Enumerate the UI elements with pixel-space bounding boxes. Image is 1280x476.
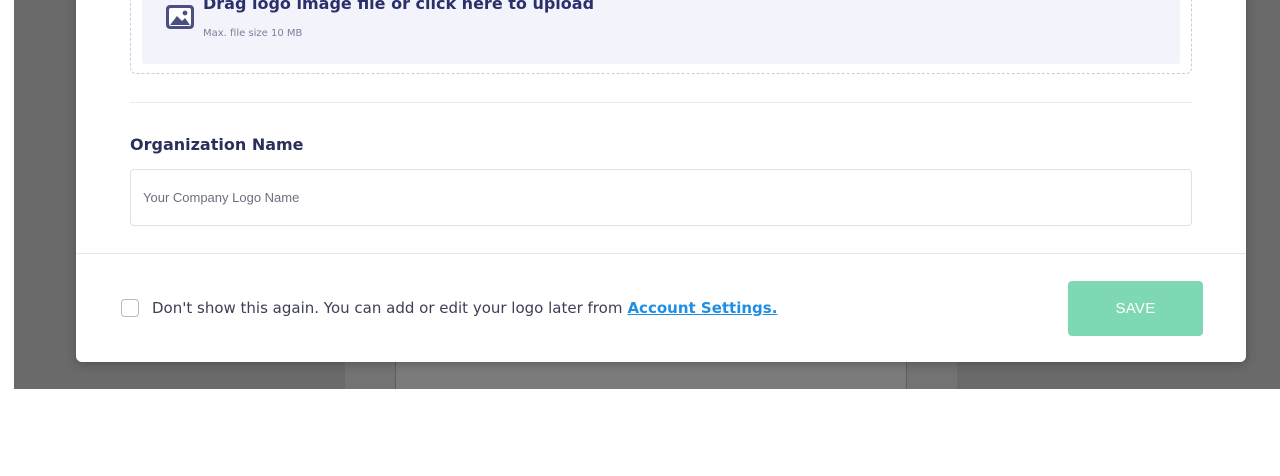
background-panel bbox=[345, 362, 957, 389]
logo-dropzone[interactable]: Drag logo image file or click here to up… bbox=[130, 0, 1192, 74]
dropzone-inner[interactable]: Drag logo image file or click here to up… bbox=[142, 0, 1180, 64]
page-edge bbox=[0, 0, 14, 389]
section-divider bbox=[130, 102, 1192, 103]
dont-show-again-text: Don't show this again. You can add or ed… bbox=[152, 299, 623, 317]
upload-title: Drag logo image file or click here to up… bbox=[203, 0, 595, 13]
footer-divider bbox=[76, 253, 1246, 254]
organization-name-label: Organization Name bbox=[130, 135, 304, 154]
save-button[interactable]: SAVE bbox=[1068, 281, 1203, 336]
account-settings-link[interactable]: Account Settings. bbox=[627, 299, 777, 317]
dont-show-again-label: Don't show this again. You can add or ed… bbox=[152, 298, 777, 318]
background-panel-inner bbox=[395, 362, 907, 389]
dont-show-again-checkbox[interactable] bbox=[121, 299, 139, 317]
upload-size-hint: Max. file size 10 MB bbox=[203, 28, 303, 39]
organization-name-input[interactable] bbox=[130, 169, 1192, 226]
logo-upload-modal: Drag logo image file or click here to up… bbox=[76, 0, 1246, 362]
image-icon bbox=[165, 4, 195, 30]
